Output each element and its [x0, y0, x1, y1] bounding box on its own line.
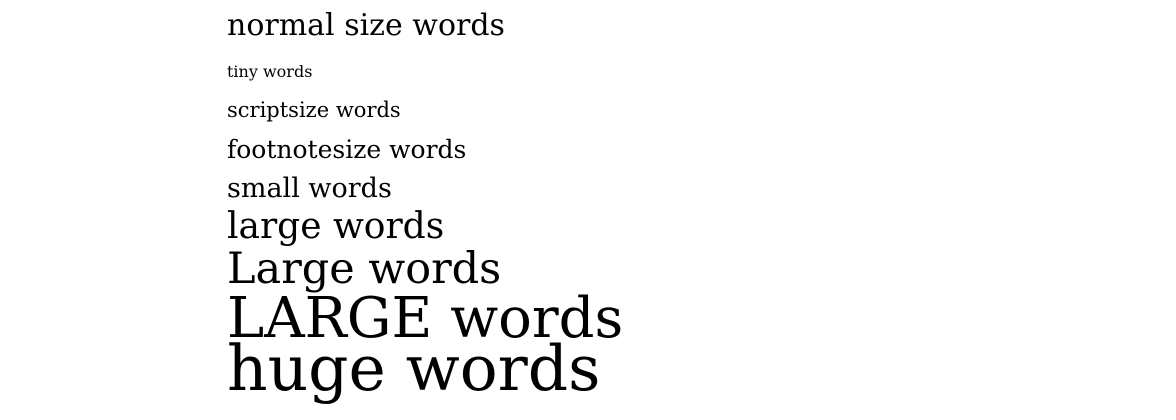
normal-size-text: normal size words — [227, 8, 505, 43]
tiny-text: tiny words — [227, 62, 313, 81]
scriptsize-text: scriptsize words — [227, 98, 401, 122]
footnotesize-text: footnotesize words — [227, 135, 467, 164]
large-text: large words — [227, 206, 445, 247]
document-page: normal size words tiny words scriptsize … — [0, 0, 1176, 420]
Large-text: Large words — [227, 244, 502, 294]
small-text: small words — [227, 173, 392, 204]
huge-text: huge words — [227, 332, 601, 405]
